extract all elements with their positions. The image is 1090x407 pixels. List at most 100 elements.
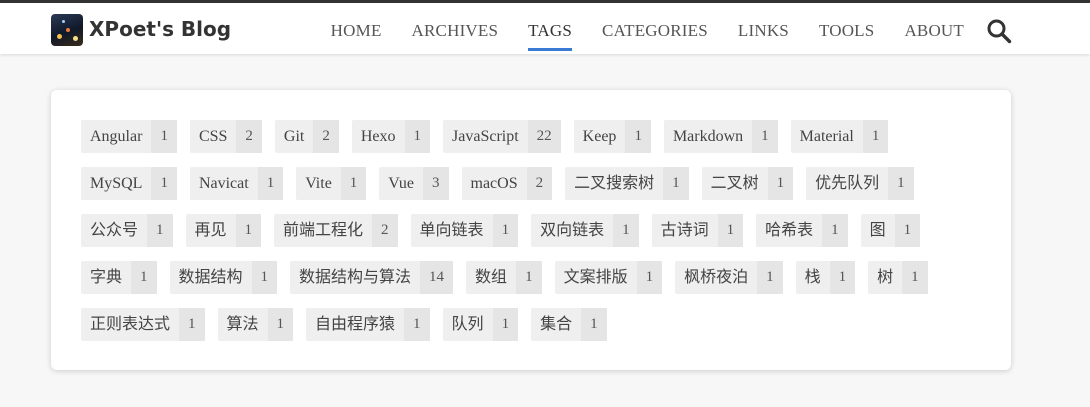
tag-item[interactable]: 树1 <box>868 261 928 294</box>
tag-name: CSS <box>198 128 228 145</box>
tag-name: 自由程序猿 <box>315 316 396 333</box>
tag-item[interactable]: Navicat 1 <box>189 167 284 200</box>
tag-count: 1 <box>516 261 542 294</box>
tag-item[interactable]: Keep 1 <box>573 120 651 153</box>
tag-count: 1 <box>888 167 914 200</box>
tag-item[interactable]: 栈1 <box>795 261 856 294</box>
tag-item[interactable]: 图1 <box>860 214 921 247</box>
tag-count: 1 <box>894 214 921 247</box>
tag-count: 1 <box>636 261 663 294</box>
tag-item[interactable]: 数组 1 <box>466 261 542 294</box>
tag-item[interactable]: 队列 1 <box>442 308 519 341</box>
tag-count: 1 <box>767 167 794 200</box>
tag-name: 二叉搜索树 <box>574 175 655 192</box>
tag-name: Material <box>799 128 854 145</box>
tag-count: 1 <box>581 308 607 341</box>
nav-item-tools[interactable]: TOOLS <box>819 21 874 41</box>
nav-item-archives[interactable]: ARCHIVES <box>412 21 499 41</box>
tag-item[interactable]: 文案排版 1 <box>554 261 663 294</box>
tag-item[interactable]: 自由程序猿 1 <box>306 308 430 341</box>
site-logo-icon[interactable] <box>51 14 83 46</box>
tag-name: 数组 <box>475 269 508 286</box>
tag-item[interactable]: MySQL 1 <box>81 167 177 200</box>
tag-count: 1 <box>902 261 928 294</box>
tag-name: 哈希表 <box>765 222 814 239</box>
tag-item[interactable]: 前端工程化 2 <box>274 214 398 247</box>
tag-item[interactable]: 再见 1 <box>185 214 262 247</box>
tag-count: 1 <box>829 261 856 294</box>
tag-count: 2 <box>526 167 553 200</box>
tag-count: 1 <box>257 167 284 200</box>
tag-count: 1 <box>340 167 367 200</box>
tag-name: Angular <box>90 128 143 145</box>
tag-name: 树 <box>877 269 894 286</box>
tag-item[interactable]: Material 1 <box>790 120 889 153</box>
tag-count: 1 <box>822 214 848 247</box>
tag-count: 2 <box>236 120 262 153</box>
site-title[interactable]: XPoet's Blog <box>89 17 231 41</box>
tag-count: 1 <box>131 261 157 294</box>
tag-name: 枫桥夜泊 <box>684 269 749 286</box>
tag-name: JavaScript <box>452 128 519 145</box>
tag-name: Git <box>283 128 305 145</box>
nav-item-home[interactable]: HOME <box>331 21 382 41</box>
tag-item[interactable]: 优先队列 1 <box>806 167 914 200</box>
tag-item[interactable]: 算法 1 <box>217 308 294 341</box>
tag-item[interactable]: 数据结构 1 <box>169 261 278 294</box>
nav-item-about[interactable]: ABOUT <box>904 21 964 41</box>
tag-count: 1 <box>613 214 639 247</box>
tag-item[interactable]: 枫桥夜泊 1 <box>675 261 783 294</box>
tag-name: Vite <box>305 175 332 192</box>
top-navbar: XPoet's Blog HOME ARCHIVES TAGS CATEGORIES L… <box>0 0 1090 54</box>
tag-item[interactable]: Vue 3 <box>379 167 449 200</box>
tag-count: 1 <box>757 261 783 294</box>
tag-item[interactable]: 数据结构与算法 14 <box>290 261 454 294</box>
tag-count: 22 <box>527 120 561 153</box>
tag-item[interactable]: Git 2 <box>274 120 339 153</box>
tag-count: 1 <box>492 214 519 247</box>
tag-item[interactable]: Markdown 1 <box>663 120 778 153</box>
nav-item-links[interactable]: LINKS <box>738 21 789 41</box>
main-nav: HOME ARCHIVES TAGS CATEGORIES LINKS TOOLS ABOU… <box>331 21 964 51</box>
tag-count: 1 <box>151 120 177 153</box>
nav-item-tags[interactable]: TAGS <box>528 21 572 51</box>
tag-name: 双向链表 <box>540 222 605 239</box>
tag-count: 14 <box>420 261 454 294</box>
tag-count: 1 <box>492 308 519 341</box>
tag-item[interactable]: 二叉搜索树 1 <box>565 167 689 200</box>
tag-name: 数据结构 <box>178 269 243 286</box>
tag-name: 正则表达式 <box>90 316 171 333</box>
tag-count: 1 <box>717 214 744 247</box>
tag-item[interactable]: 二叉树 1 <box>701 167 794 200</box>
tag-item[interactable]: macOS 2 <box>461 167 553 200</box>
tag-item[interactable]: Angular 1 <box>81 120 177 153</box>
tag-item[interactable]: 双向链表 1 <box>531 214 639 247</box>
tag-name: 数据结构与算法 <box>299 269 412 286</box>
tag-count: 1 <box>267 308 294 341</box>
tag-name: Markdown <box>672 128 744 145</box>
tag-count: 1 <box>404 308 430 341</box>
tag-count: 1 <box>663 167 689 200</box>
tag-item[interactable]: 字典 1 <box>81 261 157 294</box>
tag-item[interactable]: 古诗词 1 <box>651 214 744 247</box>
tag-item[interactable]: Hexo 1 <box>351 120 431 153</box>
tag-name: 公众号 <box>90 222 139 239</box>
search-icon[interactable] <box>986 18 1012 44</box>
tag-name: macOS <box>470 175 518 192</box>
tag-item[interactable]: 公众号 1 <box>81 214 173 247</box>
tag-item[interactable]: Vite 1 <box>296 167 367 200</box>
tag-name: 算法 <box>226 316 259 333</box>
tag-count: 2 <box>313 120 339 153</box>
tag-item[interactable]: 集合 1 <box>531 308 607 341</box>
tag-item[interactable]: 单向链表 1 <box>410 214 519 247</box>
nav-item-categories[interactable]: CATEGORIES <box>602 21 708 41</box>
tag-item[interactable]: CSS 2 <box>189 120 262 153</box>
tag-count: 1 <box>625 120 651 153</box>
tag-name: 字典 <box>90 269 123 286</box>
tag-item[interactable]: 哈希表 1 <box>756 214 848 247</box>
tag-item[interactable]: 正则表达式 1 <box>81 308 205 341</box>
tag-item[interactable]: JavaScript 22 <box>443 120 561 153</box>
tag-name: Navicat <box>198 175 249 192</box>
tag-name: 图 <box>869 222 886 239</box>
tag-name: Hexo <box>360 128 396 145</box>
